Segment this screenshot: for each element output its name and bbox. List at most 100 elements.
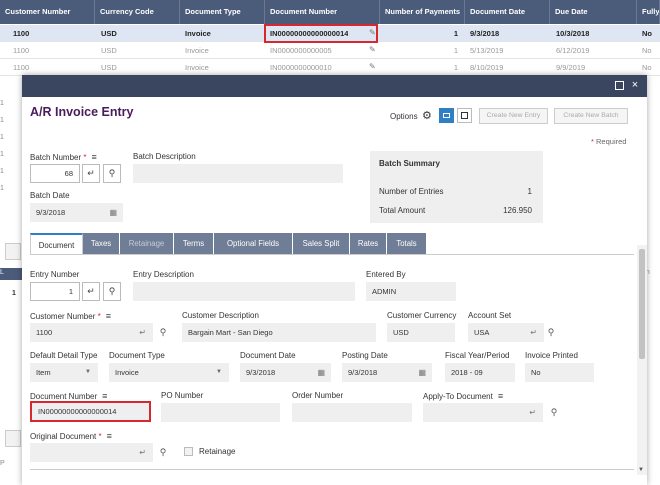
cell-currency: USD	[101, 29, 117, 38]
search-icon[interactable]: ⚲	[543, 323, 559, 341]
compact-view-button[interactable]	[439, 108, 454, 123]
cell-fully: No	[642, 29, 652, 38]
order-number-label: Order Number	[292, 391, 344, 400]
batch-number-input[interactable]: 68	[30, 164, 80, 183]
options-label[interactable]: Options	[390, 112, 418, 121]
posting-date-label: Posting Date	[342, 351, 388, 360]
cell-docdate: 5/13/2019	[470, 46, 504, 55]
cell-fully: No	[642, 63, 652, 72]
menu-icon[interactable]: ≡	[498, 391, 503, 401]
close-icon[interactable]: ×	[629, 79, 641, 91]
return-icon[interactable]: ↵	[139, 444, 146, 461]
section-divider	[30, 469, 634, 470]
column-customer-number[interactable]: Customer Number	[0, 0, 95, 24]
search-icon[interactable]: ⚲	[155, 323, 171, 341]
cell-docnum: IN0000000000005	[270, 46, 332, 55]
customer-number-input[interactable]: 1100 ↵	[30, 323, 153, 342]
tab-optional-fields[interactable]: Optional Fields	[214, 233, 293, 254]
tab-terms[interactable]: Terms	[174, 233, 214, 254]
vertical-scrollbar[interactable]: ▼	[637, 245, 647, 475]
grid-left-cell: 1	[0, 100, 4, 107]
scrollbar-thumb[interactable]	[639, 249, 645, 359]
entry-description-field[interactable]	[133, 282, 355, 301]
column-number-of-payments[interactable]: Number of Payments	[380, 0, 465, 24]
batch-date-field[interactable]: 9/3/2018 ▦	[30, 203, 123, 222]
create-new-entry-button[interactable]: Create New Entry	[479, 108, 548, 124]
tab-rates[interactable]: Rates	[350, 233, 387, 254]
apply-to-document-input[interactable]: ↵	[423, 403, 543, 422]
calendar-icon[interactable]: ▦	[317, 364, 325, 381]
tab-sales-split[interactable]: Sales Split	[293, 233, 350, 254]
grid-left-cell: L	[0, 269, 4, 276]
document-number-label: Document Number ≡	[30, 391, 108, 401]
tab-retainage[interactable]: Retainage	[120, 233, 174, 254]
entered-by-label: Entered By	[366, 270, 406, 279]
grid-left-cell: 1	[0, 151, 4, 158]
return-icon[interactable]: ↵	[82, 282, 100, 301]
retainage-label: Retainage	[199, 447, 236, 456]
order-number-input[interactable]	[292, 403, 412, 422]
document-date-field[interactable]: 9/3/2018 ▦	[240, 363, 331, 382]
original-document-input[interactable]: ↵	[30, 443, 153, 462]
grid-left-cell: 1	[0, 185, 4, 192]
tab-document[interactable]: Document	[30, 233, 83, 254]
column-document-type[interactable]: Document Type	[180, 0, 265, 24]
cell-doctype: Invoice	[185, 46, 209, 55]
column-document-number[interactable]: Document Number	[265, 0, 380, 24]
return-icon[interactable]: ↵	[529, 404, 536, 421]
document-type-select[interactable]: Invoice ▼	[109, 363, 229, 382]
customer-number-label: Customer Number * ≡	[30, 311, 111, 321]
search-icon[interactable]: ⚲	[155, 443, 171, 461]
posting-date-field[interactable]: 9/3/2018 ▦	[342, 363, 432, 382]
page-title: A/R Invoice Entry	[30, 105, 134, 119]
table-row[interactable]: 1100 USD Invoice IN0000000000010 1 8/10/…	[0, 59, 660, 76]
document-date-label: Document Date	[240, 351, 296, 360]
return-icon[interactable]: ↵	[139, 324, 146, 341]
grid-left-cell: 1	[0, 168, 4, 175]
column-fully[interactable]: Fully	[637, 0, 660, 24]
calendar-icon[interactable]: ▦	[109, 204, 117, 221]
po-number-input[interactable]	[161, 403, 280, 422]
search-icon[interactable]: ⚲	[103, 164, 121, 183]
total-amount-value: 126.950	[503, 206, 532, 215]
return-icon[interactable]: ↵	[82, 164, 100, 183]
column-document-date[interactable]: Document Date	[465, 0, 550, 24]
search-icon[interactable]: ⚲	[103, 282, 121, 301]
pencil-icon[interactable]: ✎	[369, 45, 376, 54]
maximize-icon[interactable]	[615, 81, 624, 90]
tab-totals[interactable]: Totals	[387, 233, 427, 254]
menu-icon[interactable]: ≡	[102, 391, 107, 401]
table-row[interactable]: 1100 USD Invoice IN0000000000005 1 5/13/…	[0, 42, 660, 59]
cell-docdate: 8/10/2019	[470, 63, 504, 72]
grid-header: Customer Number Currency Code Document T…	[0, 0, 660, 24]
grid-left-block	[5, 430, 21, 447]
pencil-icon[interactable]: ✎	[369, 62, 376, 71]
full-view-button[interactable]	[457, 108, 472, 123]
menu-icon[interactable]: ≡	[91, 152, 96, 162]
cell-customer: 1100	[13, 63, 30, 72]
scroll-down-icon[interactable]: ▼	[638, 467, 644, 473]
entry-description-label: Entry Description	[133, 270, 194, 279]
grid-left-cell: 1	[0, 134, 4, 141]
column-currency-code[interactable]: Currency Code	[95, 0, 180, 24]
fiscal-year-period-field[interactable]: 2018 - 09	[445, 363, 515, 382]
calendar-icon[interactable]: ▦	[418, 364, 426, 381]
entry-number-input[interactable]: 1	[30, 282, 80, 301]
retainage-checkbox[interactable]	[184, 447, 193, 456]
account-set-input[interactable]: USA ↵	[468, 323, 544, 342]
gear-icon[interactable]: ⚙	[422, 109, 432, 122]
create-new-batch-button[interactable]: Create New Batch	[554, 108, 628, 124]
tab-taxes[interactable]: Taxes	[83, 233, 120, 254]
highlight-box	[264, 24, 378, 43]
entered-by-field: ADMIN	[366, 282, 456, 301]
column-due-date[interactable]: Due Date	[550, 0, 637, 24]
grid-left-cell: P	[0, 460, 5, 467]
chevron-down-icon: ▼	[85, 369, 91, 375]
menu-icon[interactable]: ≡	[107, 431, 112, 441]
batch-description-field[interactable]	[133, 164, 343, 183]
search-icon[interactable]: ⚲	[546, 403, 562, 421]
return-icon[interactable]: ↵	[530, 324, 537, 341]
menu-icon[interactable]: ≡	[106, 311, 111, 321]
default-detail-type-select[interactable]: Item ▼	[30, 363, 98, 382]
cell-doctype: Invoice	[185, 29, 211, 38]
